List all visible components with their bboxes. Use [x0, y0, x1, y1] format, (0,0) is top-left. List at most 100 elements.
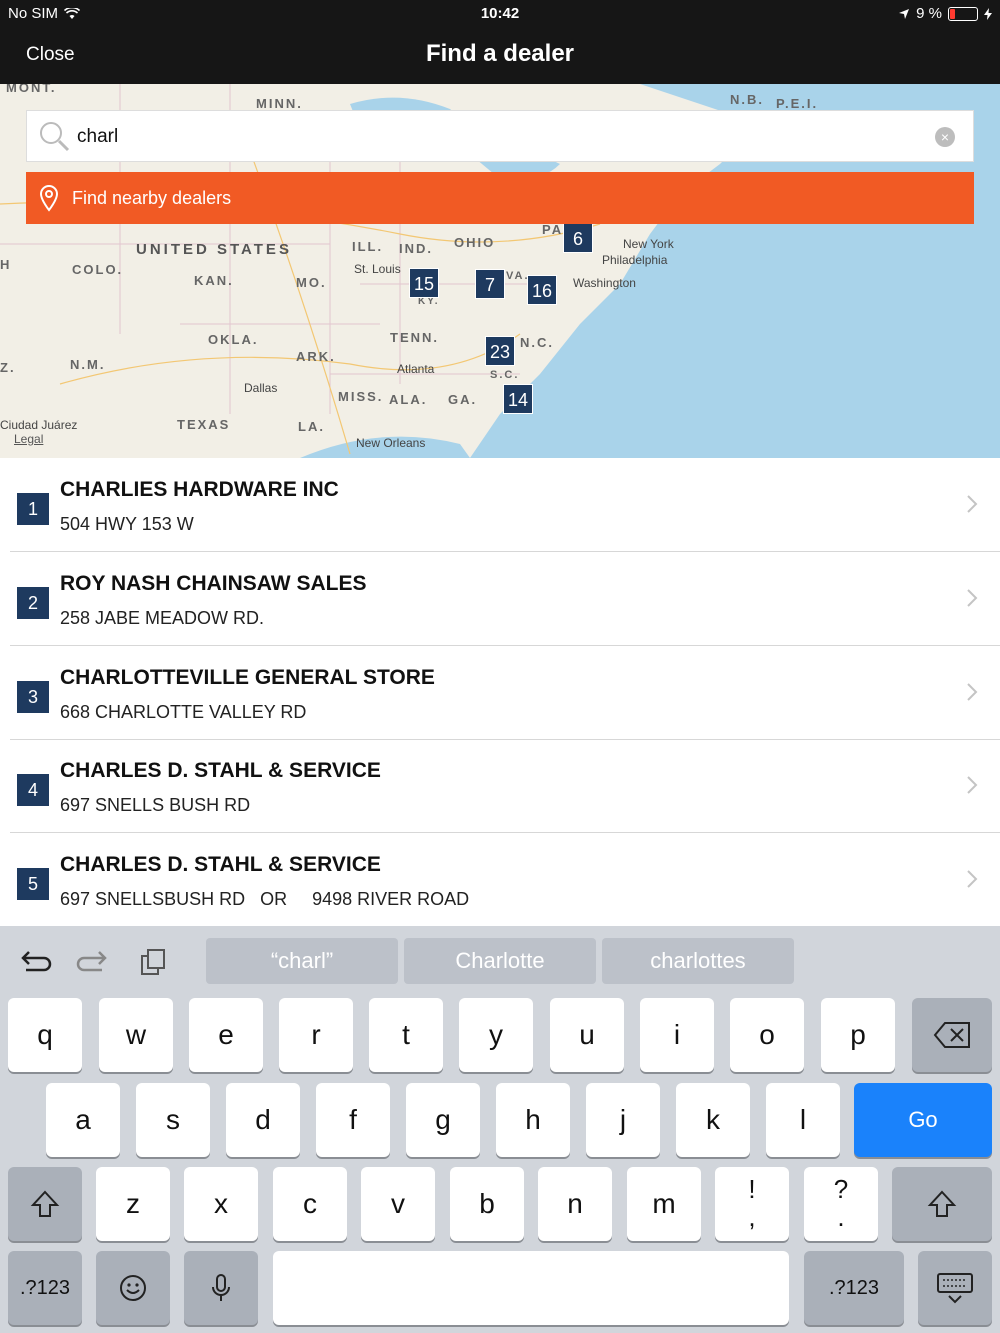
- dealer-number-badge: 2: [17, 587, 49, 619]
- map-region-label: ALA.: [389, 392, 428, 407]
- nav-bar: Close Find a dealer: [0, 28, 1000, 84]
- key-n[interactable]: n: [538, 1167, 612, 1241]
- map-marker[interactable]: 14: [503, 384, 533, 414]
- key-top-char: ?: [833, 1174, 849, 1204]
- suggestion-chip[interactable]: “charl”: [206, 938, 398, 984]
- chevron-right-icon: [967, 776, 978, 794]
- map-region-label: IND.: [399, 241, 433, 256]
- key-z[interactable]: z: [96, 1167, 170, 1241]
- dealer-name: CHARLES D. STAHL & SERVICE: [60, 853, 381, 876]
- map-marker[interactable]: 15: [409, 268, 439, 298]
- clipboard-icon[interactable]: [136, 944, 172, 980]
- map-marker[interactable]: 6: [563, 223, 593, 253]
- clear-icon[interactable]: ×: [935, 127, 955, 147]
- shift-key-right[interactable]: [892, 1167, 992, 1241]
- map-region-label: S.C.: [490, 369, 520, 381]
- dealer-row[interactable]: 4 CHARLES D. STAHL & SERVICE 697 SNELLS …: [10, 739, 1000, 833]
- key-e[interactable]: e: [189, 998, 263, 1072]
- key-o[interactable]: o: [730, 998, 804, 1072]
- key-bottom-char: .: [837, 1202, 845, 1232]
- key-exclamation-comma[interactable]: !,: [715, 1167, 789, 1241]
- map-marker[interactable]: 23: [485, 336, 515, 366]
- chevron-right-icon: [967, 495, 978, 513]
- key-t[interactable]: t: [369, 998, 443, 1072]
- battery-icon: [948, 6, 978, 21]
- key-y[interactable]: y: [459, 998, 533, 1072]
- key-g[interactable]: g: [406, 1083, 480, 1157]
- map-city-label: Atlanta: [397, 362, 435, 376]
- key-c[interactable]: c: [273, 1167, 347, 1241]
- dealer-address: 668 CHARLOTTE VALLEY RD: [60, 702, 307, 722]
- dealer-address: 697 SNELLSBUSH RD OR 9498 RIVER ROAD: [60, 889, 470, 909]
- key-s[interactable]: s: [136, 1083, 210, 1157]
- dealer-row[interactable]: 5 CHARLES D. STAHL & SERVICE 697 SNELLSB…: [10, 833, 1000, 927]
- status-bar: No SIM 10:42 9 %: [0, 0, 1000, 28]
- key-v[interactable]: v: [361, 1167, 435, 1241]
- suggestion-chip[interactable]: charlottes: [602, 938, 794, 984]
- key-d[interactable]: d: [226, 1083, 300, 1157]
- go-key[interactable]: Go: [854, 1083, 992, 1157]
- key-u[interactable]: u: [550, 998, 624, 1072]
- keyboard-dismiss-icon: [937, 1273, 973, 1304]
- battery-percent: 9 %: [916, 5, 942, 22]
- key-j[interactable]: j: [586, 1083, 660, 1157]
- map-marker[interactable]: 7: [475, 269, 505, 299]
- key-r[interactable]: r: [279, 998, 353, 1072]
- map-city-label: St. Louis: [354, 262, 401, 276]
- map-marker[interactable]: 16: [527, 275, 557, 305]
- location-pin-icon: [39, 185, 59, 212]
- find-nearby-dealers-button[interactable]: Find nearby dealers: [26, 172, 974, 224]
- chevron-right-icon: [967, 683, 978, 701]
- dealer-name: CHARLES D. STAHL & SERVICE: [60, 759, 381, 782]
- key-a[interactable]: a: [46, 1083, 120, 1157]
- key-question-period[interactable]: ?.: [804, 1167, 878, 1241]
- map-region-label: GA.: [448, 392, 478, 407]
- key-k[interactable]: k: [676, 1083, 750, 1157]
- key-l[interactable]: l: [766, 1083, 840, 1157]
- keyboard-toolbar: “charl” Charlotte charlottes: [0, 926, 1000, 996]
- key-w[interactable]: w: [99, 998, 173, 1072]
- redo-icon[interactable]: [76, 944, 112, 980]
- map-city-label: Philadelphia: [602, 253, 668, 267]
- dealer-row[interactable]: 1 CHARLIES HARDWARE INC 504 HWY 153 W: [10, 458, 1000, 552]
- suggestion-chip[interactable]: Charlotte: [404, 938, 596, 984]
- numbers-key-left[interactable]: .?123: [8, 1251, 82, 1325]
- key-m[interactable]: m: [627, 1167, 701, 1241]
- key-x[interactable]: x: [184, 1167, 258, 1241]
- dealer-list: 1 CHARLIES HARDWARE INC 504 HWY 153 W 2 …: [0, 458, 1000, 926]
- search-icon: [40, 122, 70, 152]
- map-region-label: VA.: [506, 270, 530, 282]
- dealer-row[interactable]: 2 ROY NASH CHAINSAW SALES 258 JABE MEADO…: [10, 552, 1000, 646]
- backspace-key[interactable]: [912, 998, 992, 1072]
- search-field[interactable]: ×: [26, 110, 974, 162]
- space-key[interactable]: [273, 1251, 789, 1325]
- numbers-key-right[interactable]: .?123: [804, 1251, 904, 1325]
- map-region-label: Z.: [0, 360, 16, 375]
- location-arrow-icon: [899, 8, 910, 19]
- undo-icon[interactable]: [16, 944, 52, 980]
- map-region-label: TENN.: [390, 330, 439, 345]
- key-p[interactable]: p: [821, 998, 895, 1072]
- map-region-label: N.M.: [70, 357, 106, 372]
- key-i[interactable]: i: [640, 998, 714, 1072]
- hide-keyboard-key[interactable]: [918, 1251, 992, 1325]
- map-region-label: ILL.: [352, 239, 384, 254]
- key-b[interactable]: b: [450, 1167, 524, 1241]
- dictation-key[interactable]: [184, 1251, 258, 1325]
- dealer-row[interactable]: 3 CHARLOTTEVILLE GENERAL STORE 668 CHARL…: [10, 646, 1000, 740]
- shift-key-left[interactable]: [8, 1167, 82, 1241]
- key-f[interactable]: f: [316, 1083, 390, 1157]
- app: No SIM 10:42 9 % Close Find a dealer MON…: [0, 0, 1000, 1333]
- map-region-label: COLO.: [72, 262, 124, 277]
- map-city-label: Washington: [573, 276, 636, 290]
- emoji-key[interactable]: [96, 1251, 170, 1325]
- map-region-label: H: [0, 257, 12, 272]
- key-q[interactable]: q: [8, 998, 82, 1072]
- map-legal-link[interactable]: Legal: [14, 432, 43, 446]
- charging-bolt-icon: [984, 7, 992, 20]
- search-input[interactable]: [77, 123, 937, 151]
- key-h[interactable]: h: [496, 1083, 570, 1157]
- map-country-label: UNITED STATES: [136, 241, 292, 258]
- dealer-number-badge: 5: [17, 868, 49, 900]
- map-region-label: MO.: [296, 275, 327, 290]
